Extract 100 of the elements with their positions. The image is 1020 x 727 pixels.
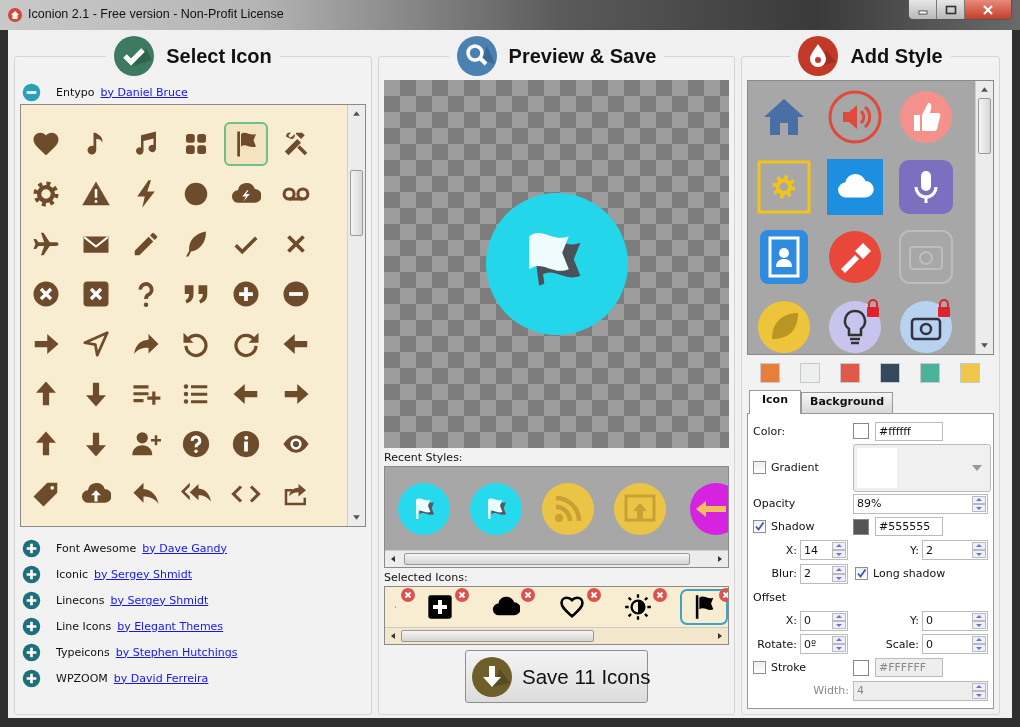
tab[interactable]: Background	[801, 392, 894, 413]
field-label: Opacity	[753, 497, 797, 511]
scroll-thumb[interactable]	[350, 170, 363, 236]
scroll-thumb[interactable]	[404, 553, 691, 565]
close-button[interactable]	[965, 0, 1011, 19]
number-spinner[interactable]: 0	[922, 634, 988, 655]
icon-set-name: Iconic	[56, 567, 89, 581]
field-label: Color:	[753, 424, 787, 438]
light-bulb-style-tile[interactable]	[827, 299, 883, 354]
color-swatch[interactable]	[760, 363, 780, 383]
leaf-style-tile[interactable]	[756, 299, 812, 354]
expand-icon[interactable]	[21, 615, 42, 637]
remove-icon[interactable]	[653, 588, 667, 602]
hex-input-field[interactable]: #555555	[875, 517, 943, 537]
icon-set-name: Font Awesome	[56, 541, 137, 555]
camera-style-tile[interactable]	[898, 299, 954, 354]
remove-icon[interactable]	[455, 588, 469, 602]
minimize-button[interactable]	[909, 0, 937, 19]
close-icon	[982, 4, 994, 15]
checkbox-label: Stroke	[771, 661, 807, 675]
field-label: Rotate:	[756, 637, 797, 651]
search-icon	[456, 36, 497, 76]
icon-set-name: Typeicons	[56, 645, 110, 659]
flag-style-preview[interactable]	[470, 482, 522, 535]
field-label: Scale:	[884, 637, 919, 651]
horizontal-scrollbar[interactable]	[385, 550, 728, 567]
gear-style-tile[interactable]	[756, 159, 812, 215]
icon-set-name: Linecons	[56, 593, 105, 607]
icon-set-name: Line Icons	[56, 619, 112, 633]
vertical-scrollbar[interactable]	[975, 81, 993, 354]
color-swatch[interactable]	[960, 363, 980, 383]
field-label: Blur:	[770, 567, 797, 581]
scroll-thumb[interactable]	[978, 98, 991, 154]
number-spinner[interactable]: 0	[800, 610, 848, 631]
author-link[interactable]: by Dave Gandy	[142, 541, 227, 555]
author-link[interactable]: by Elegant Themes	[117, 619, 224, 633]
expand-icon[interactable]	[21, 589, 42, 611]
author-link[interactable]: by Stephen Hutchings	[115, 645, 238, 659]
collapse-icon[interactable]	[21, 81, 42, 103]
flag-icon[interactable]	[224, 122, 268, 166]
author-link[interactable]: by David Ferreira	[113, 671, 209, 685]
app-logo-icon	[8, 8, 22, 22]
section-label: Selected Icons:	[384, 571, 469, 584]
window-title: Iconion 2.1 - Free version - Non-Profit License	[28, 7, 284, 21]
horizontal-scrollbar[interactable]	[385, 627, 728, 644]
section-label: Recent Styles:	[384, 451, 464, 464]
flashlight-style-tile[interactable]	[827, 229, 883, 285]
checkmark-icon	[114, 36, 155, 76]
maximize-icon	[944, 4, 957, 15]
panel-heading: Add Style	[850, 44, 943, 68]
remove-icon[interactable]	[521, 588, 535, 602]
expand-icon[interactable]	[21, 563, 42, 585]
checkbox[interactable]	[753, 520, 766, 534]
maximize-button[interactable]	[937, 0, 965, 19]
author-link[interactable]: by Sergey Shmidt	[110, 593, 209, 607]
drop-icon	[798, 36, 839, 76]
caret-icon	[972, 464, 982, 471]
scroll-thumb[interactable]	[401, 630, 594, 642]
tab[interactable]: Icon	[749, 390, 801, 414]
flag-style-preview[interactable]	[398, 482, 450, 535]
field-label: Width:	[812, 684, 850, 698]
author-link[interactable]: by Daniel Bruce	[100, 85, 188, 99]
cloud-style-tile[interactable]	[827, 159, 883, 215]
remove-icon[interactable]	[587, 588, 601, 602]
color-swatch[interactable]	[800, 363, 820, 383]
field-label: X:	[784, 614, 797, 628]
checkbox[interactable]	[855, 567, 868, 581]
number-spinner[interactable]: 0	[922, 610, 988, 631]
checkbox-label: Gradient	[771, 461, 819, 475]
download-icon	[472, 656, 512, 697]
field-label: X:	[784, 543, 797, 557]
panel-heading: Select Icon	[166, 44, 272, 68]
hex-input-field[interactable]: #ffffff	[875, 421, 943, 441]
author-link[interactable]: by Sergey Shmidt	[94, 567, 192, 581]
icon-set-name: WPZOOM	[56, 671, 108, 685]
speaker-style-tile[interactable]	[827, 89, 883, 145]
color-swatch[interactable]	[920, 363, 940, 383]
panel-heading: Preview & Save	[508, 44, 657, 68]
checkbox[interactable]	[753, 461, 766, 475]
checkbox-label: Shadow	[771, 520, 815, 534]
vertical-scrollbar[interactable]	[347, 105, 365, 526]
save-button[interactable]: Save 11 Icons	[465, 650, 648, 703]
color-picker[interactable]	[853, 423, 869, 440]
number-spinner[interactable]: 0º	[800, 634, 848, 655]
icon-set-name: Entypo	[56, 85, 95, 99]
number-spinner[interactable]: 2	[922, 540, 988, 561]
expand-icon[interactable]	[21, 667, 42, 689]
remove-icon[interactable]	[401, 588, 415, 602]
microphone-style-tile[interactable]	[898, 159, 954, 215]
number-spinner[interactable]: 2	[800, 563, 848, 584]
expand-icon[interactable]	[21, 537, 42, 559]
thumbs-up-style-tile[interactable]	[898, 89, 954, 145]
number-spinner[interactable]: 14	[800, 540, 848, 561]
color-swatch[interactable]	[880, 363, 900, 383]
field-label: Y:	[909, 614, 919, 628]
color-swatch[interactable]	[840, 363, 860, 383]
field-label: Y:	[909, 543, 919, 557]
expand-icon[interactable]	[21, 641, 42, 663]
number-spinner[interactable]: 89%	[853, 493, 988, 514]
color-picker[interactable]	[853, 518, 869, 535]
